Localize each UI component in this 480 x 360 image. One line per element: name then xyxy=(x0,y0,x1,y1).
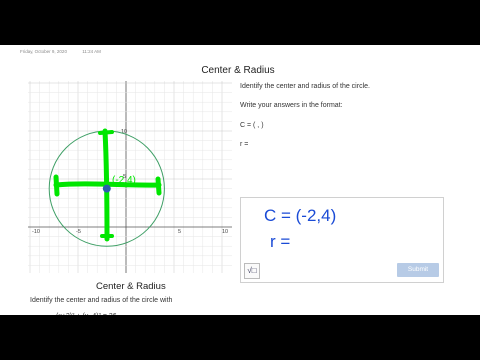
instruction-text: Identify the center and radius of the ci… xyxy=(240,83,370,90)
submit-button[interactable]: Submit xyxy=(397,263,439,277)
tick-label-x-5: 5 xyxy=(178,229,181,235)
handwritten-center: C = (-2,4) xyxy=(264,206,336,225)
sqrt-button[interactable]: √□ xyxy=(244,263,260,279)
header-time: 11:24 AM xyxy=(82,49,101,54)
handwriting-overlay: C = (-2,4) r = xyxy=(264,206,336,251)
x-axis-ticks: -10 -5 5 10 10 5 -5 xyxy=(32,129,228,235)
next-problem-title: Center & Radius xyxy=(96,281,166,292)
center-point xyxy=(102,184,111,193)
problem-title: Center & Radius xyxy=(201,65,275,76)
worksheet-page: Friday, October 9, 2020 11:24 AM Center … xyxy=(0,45,480,315)
radius-label: r = xyxy=(240,141,249,148)
format-prompt: Write your answers in the format: xyxy=(240,102,343,109)
next-problem-equation: (x+2)² + (y−4)² = 36 xyxy=(30,307,206,315)
left-tick-stroke xyxy=(53,174,60,197)
next-problem-text: Identify the center and radius of the ci… xyxy=(30,297,173,304)
header-date: Friday, October 9, 2020 xyxy=(20,49,67,54)
right-tick-stroke xyxy=(155,176,162,196)
top-tick-stroke xyxy=(98,130,114,135)
page-header: Friday, October 9, 2020 11:24 AM xyxy=(20,49,101,54)
center-annotation-label: (-2,4) xyxy=(112,175,136,186)
tick-label-x-neg10: -10 xyxy=(32,229,40,235)
tick-label-x-neg5: -5 xyxy=(76,229,81,235)
tick-label-x-10: 10 xyxy=(222,229,228,235)
coordinate-graph[interactable]: -10 -5 5 10 10 5 -5 (-2,4) xyxy=(28,81,232,273)
center-template: C = ( , ) xyxy=(240,122,264,129)
handwritten-radius: r = xyxy=(270,232,290,251)
